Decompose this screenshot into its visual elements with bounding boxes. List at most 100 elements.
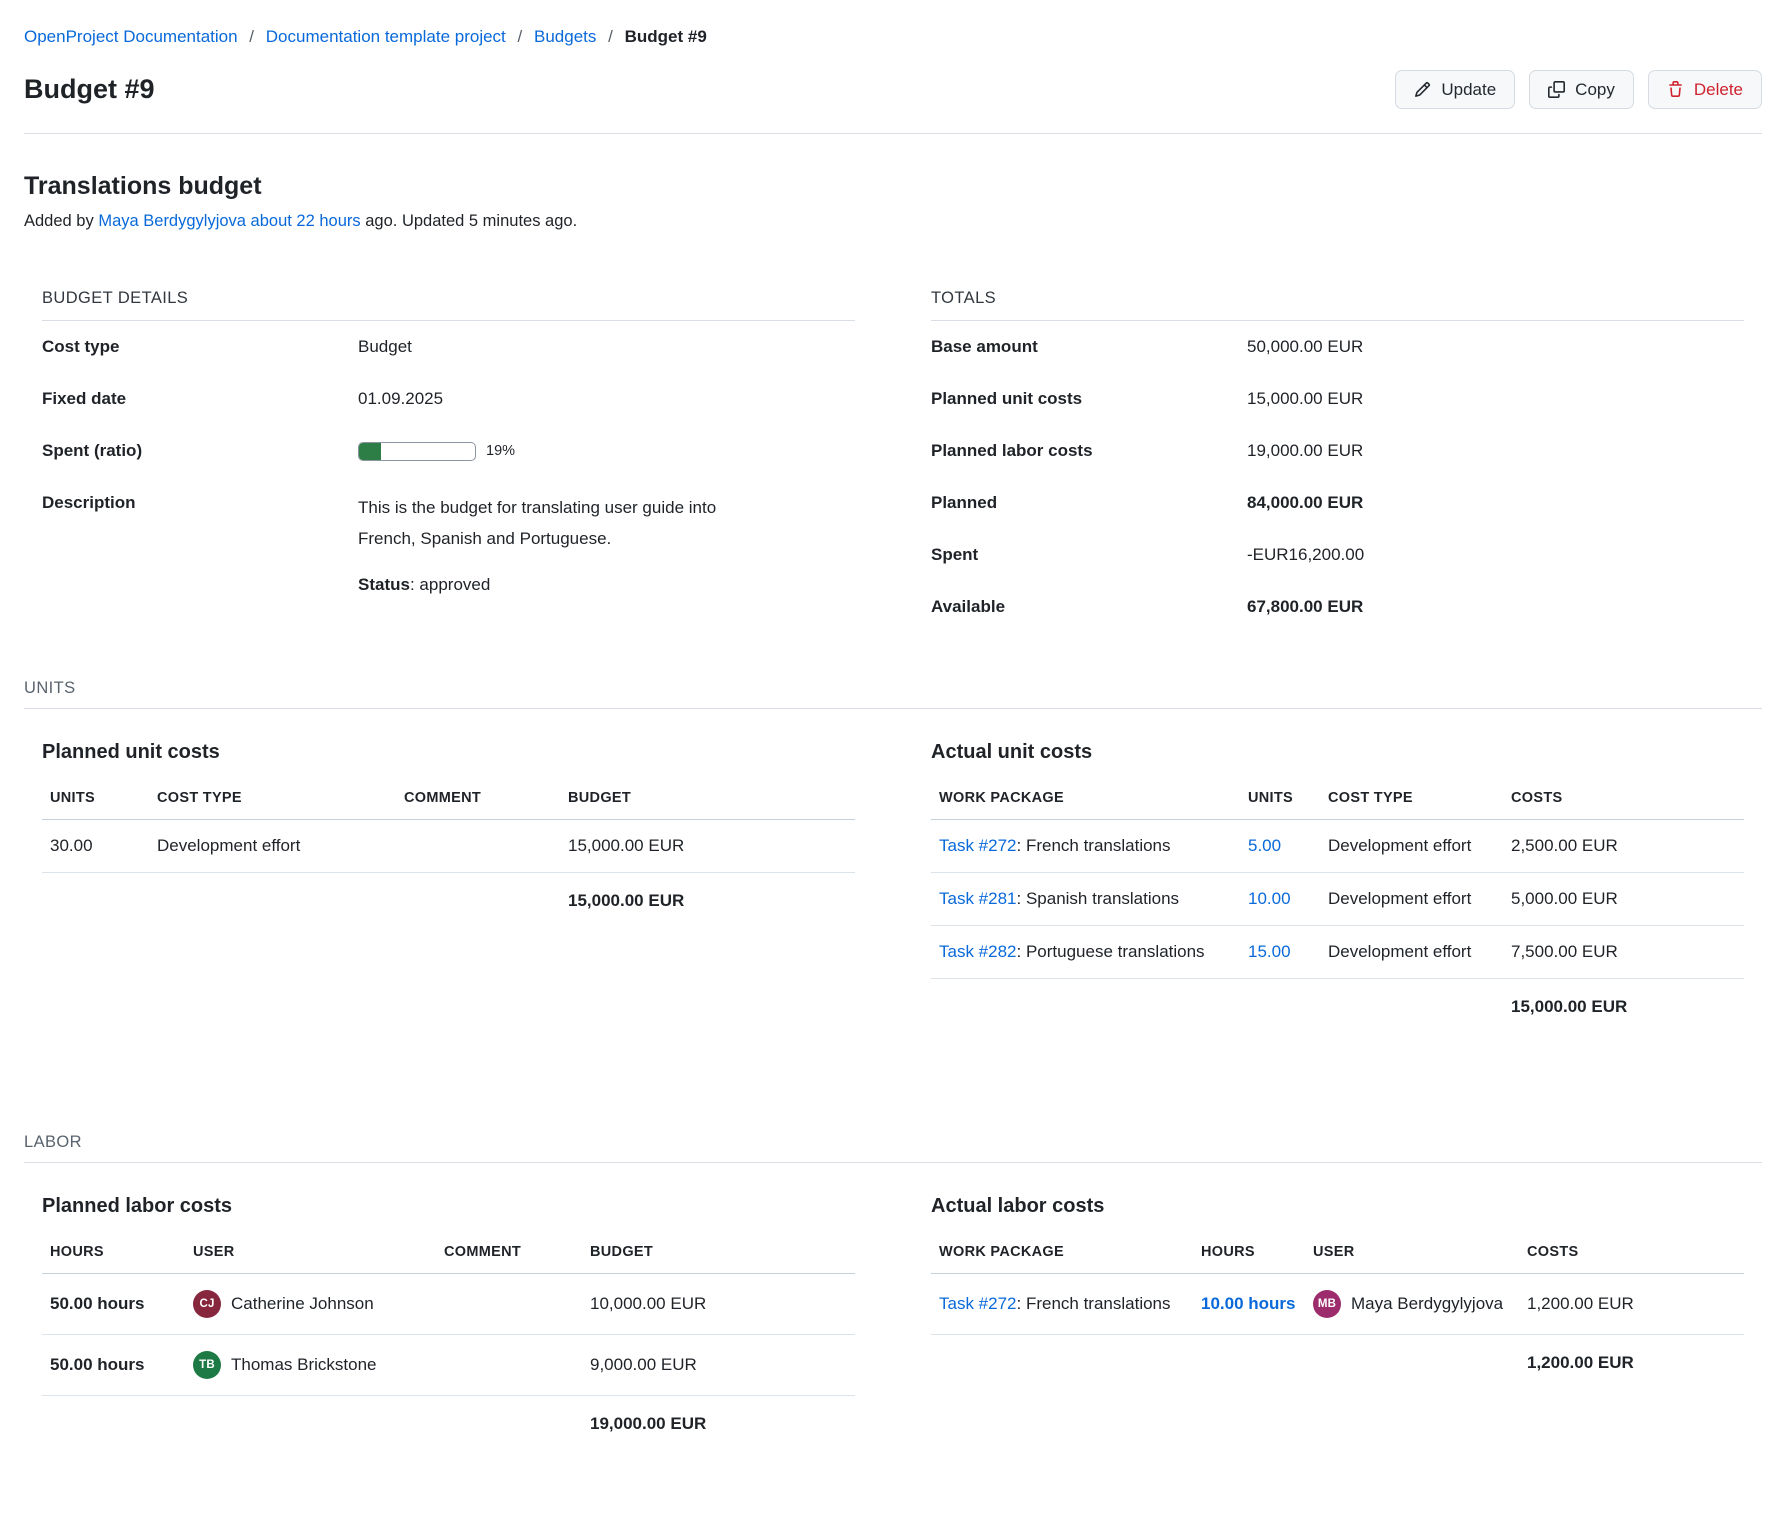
attr-row-fixed-date: Fixed date 01.09.2025 — [42, 373, 855, 425]
hours-link[interactable]: 10.00 hours — [1201, 1294, 1296, 1313]
copy-button-label: Copy — [1575, 81, 1615, 98]
update-button[interactable]: Update — [1395, 70, 1515, 109]
task-title: : French translations — [1017, 836, 1171, 855]
table-total-row: 1,200.00 EUR — [931, 1335, 1744, 1391]
progress-bar-fill — [359, 443, 381, 460]
copy-button[interactable]: Copy — [1529, 70, 1634, 109]
user-name: Catherine Johnson — [231, 1294, 374, 1314]
header-actions: Update Copy Delete — [1395, 70, 1762, 109]
task-title: : Spanish translations — [1017, 889, 1180, 908]
breadcrumb-link-openproject-documentation[interactable]: OpenProject Documentation — [24, 27, 238, 46]
total-label: Planned — [931, 493, 1247, 513]
delete-button-label: Delete — [1694, 81, 1743, 98]
cost-type-cell: Development effort — [1320, 926, 1503, 978]
total-label: Available — [931, 597, 1247, 617]
planned-unit-costs-section: Planned unit costs UNITS COST TYPE COMME… — [24, 741, 873, 1035]
units-cell: 5.00 — [1240, 820, 1320, 872]
table-total-value: 1,200.00 EUR — [1519, 1335, 1744, 1391]
avatar: CJ — [193, 1290, 221, 1318]
table-header-row: WORK PACKAGE HOURS USER COSTS — [931, 1244, 1744, 1274]
totals-row-planned-labor-costs: Planned labor costs 19,000.00 EUR — [931, 425, 1744, 477]
task-link[interactable]: Task #272 — [939, 1294, 1017, 1313]
units-link[interactable]: 15.00 — [1248, 942, 1291, 961]
budget-name: Translations budget — [24, 172, 1762, 201]
total-label: Base amount — [931, 337, 1247, 357]
cost-type-cell: Development effort — [149, 820, 396, 872]
actual-labor-costs-section: Actual labor costs WORK PACKAGE HOURS US… — [913, 1195, 1762, 1452]
column-header-units: UNITS — [42, 790, 149, 819]
description-text: This is the budget for translating user … — [358, 493, 760, 554]
breadcrumb-link-budgets[interactable]: Budgets — [534, 27, 596, 46]
comment-cell — [396, 830, 560, 862]
page-header: Budget #9 Update Copy Delete — [24, 70, 1762, 109]
labor-grid: Planned labor costs HOURS USER COMMENT B… — [24, 1195, 1762, 1452]
table-total-value: 15,000.00 EUR — [560, 873, 855, 929]
planned-unit-costs-title: Planned unit costs — [42, 741, 855, 764]
breadcrumb-current: Budget #9 — [625, 27, 707, 46]
budget-cell: 10,000.00 EUR — [582, 1278, 855, 1330]
totals-section: TOTALS Base amount 50,000.00 EUR Planned… — [913, 289, 1762, 633]
table-header-row: HOURS USER COMMENT BUDGET — [42, 1244, 855, 1274]
total-value: 15,000.00 EUR — [1247, 389, 1744, 409]
units-section-caption: UNITS — [24, 679, 1762, 709]
planned-labor-costs-section: Planned labor costs HOURS USER COMMENT B… — [24, 1195, 873, 1452]
work-package-cell: Task #272: French translations — [931, 820, 1240, 872]
details-totals-grid: BUDGET DETAILS Cost type Budget Fixed da… — [24, 289, 1762, 633]
column-header-user: USER — [1305, 1244, 1519, 1273]
budget-page: OpenProject Documentation / Documentatio… — [0, 0, 1786, 1534]
user-cell: CJ Catherine Johnson — [185, 1274, 436, 1334]
column-header-comment: COMMENT — [396, 790, 560, 819]
comment-cell — [436, 1349, 582, 1381]
column-header-units: UNITS — [1240, 790, 1320, 819]
task-title: : Portuguese translations — [1017, 942, 1205, 961]
progress-bar — [358, 442, 476, 461]
user-name: Maya Berdygylyjova — [1351, 1294, 1503, 1314]
total-value: 84,000.00 EUR — [1247, 493, 1744, 513]
task-link[interactable]: Task #282 — [939, 942, 1017, 961]
units-cell: 30.00 — [42, 820, 149, 872]
total-label: Planned labor costs — [931, 441, 1247, 461]
actual-unit-costs-title: Actual unit costs — [931, 741, 1744, 764]
table-header-row: WORK PACKAGE UNITS COST TYPE COSTS — [931, 790, 1744, 820]
attr-row-cost-type: Cost type Budget — [42, 321, 855, 373]
work-package-cell: Task #272: French translations — [931, 1278, 1193, 1330]
table-row: Task #282: Portuguese translations 15.00… — [931, 926, 1744, 979]
attr-row-spent-ratio: Spent (ratio) 19% — [42, 425, 855, 477]
author-link[interactable]: Maya Berdygylyjova about 22 hours — [98, 212, 360, 230]
total-value: 50,000.00 EUR — [1247, 337, 1744, 357]
actual-unit-costs-section: Actual unit costs WORK PACKAGE UNITS COS… — [913, 741, 1762, 1035]
actual-labor-costs-title: Actual labor costs — [931, 1195, 1744, 1218]
breadcrumb-separator: / — [518, 27, 523, 46]
attr-row-description: Description This is the budget for trans… — [42, 477, 855, 617]
breadcrumb-link-documentation-template-project[interactable]: Documentation template project — [266, 27, 506, 46]
units-link[interactable]: 5.00 — [1248, 836, 1281, 855]
table-total-value: 19,000.00 EUR — [582, 1396, 855, 1452]
breadcrumb-separator: / — [608, 27, 613, 46]
progress-percent-text: 19% — [486, 443, 515, 459]
user-cell: TB Thomas Brickstone — [185, 1335, 436, 1395]
column-header-budget: BUDGET — [560, 790, 855, 819]
task-link[interactable]: Task #272 — [939, 836, 1017, 855]
units-cell: 10.00 — [1240, 873, 1320, 925]
column-header-user: USER — [185, 1244, 436, 1273]
cost-type-label: Cost type — [42, 337, 358, 357]
planned-labor-costs-title: Planned labor costs — [42, 1195, 855, 1218]
column-header-cost-type: COST TYPE — [1320, 790, 1503, 819]
cost-type-cell: Development effort — [1320, 873, 1503, 925]
total-label: Spent — [931, 545, 1247, 565]
breadcrumb: OpenProject Documentation / Documentatio… — [24, 26, 1762, 48]
table-row: Task #272: French translations 10.00 hou… — [931, 1274, 1744, 1335]
table-total-value: 15,000.00 EUR — [1503, 979, 1744, 1035]
task-link[interactable]: Task #281 — [939, 889, 1017, 908]
costs-cell: 2,500.00 EUR — [1503, 820, 1744, 872]
column-header-work-package: WORK PACKAGE — [931, 790, 1240, 819]
cost-type-value: Budget — [358, 337, 855, 357]
costs-cell: 5,000.00 EUR — [1503, 873, 1744, 925]
delete-button[interactable]: Delete — [1648, 70, 1762, 109]
fixed-date-label: Fixed date — [42, 389, 358, 409]
units-link[interactable]: 10.00 — [1248, 889, 1291, 908]
table-row: Task #281: Spanish translations 10.00 De… — [931, 873, 1744, 926]
breadcrumb-separator: / — [249, 27, 254, 46]
added-by-suffix: ago. Updated 5 minutes ago. — [365, 212, 577, 230]
column-header-costs: COSTS — [1503, 790, 1744, 819]
